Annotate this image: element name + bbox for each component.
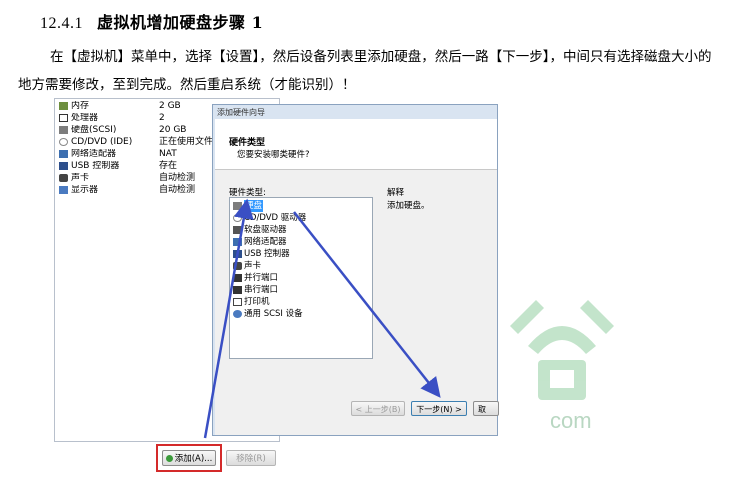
device-row-display[interactable]: 显示器 自动检测	[59, 185, 195, 196]
device-summary: 20 GB	[159, 125, 187, 135]
device-name: 硬盘(SCSI)	[71, 125, 117, 135]
section-title: 虚拟机增加硬盘步骤 1	[97, 13, 264, 32]
wizard-header-title: 硬件类型	[229, 138, 266, 148]
hardware-item-hard-disk[interactable]: 硬盘	[233, 200, 264, 212]
hardware-item-network[interactable]: 网络适配器	[233, 236, 287, 248]
sound-icon	[233, 262, 242, 270]
network-icon	[233, 238, 242, 246]
instruction-paragraph: 在【虚拟机】菜单中，选择【设置】，然后设备列表里添加硬盘，然后一路【下一步】，中…	[18, 49, 712, 93]
usb-icon	[59, 162, 68, 170]
hardware-item-sound[interactable]: 声卡	[233, 260, 261, 272]
vm-settings-screenshot: 内存 2 GB 处理器 2 硬盘(SCSI) 20 GB CD/DVD (IDE…	[54, 98, 499, 478]
description-text: 添加硬盘。	[387, 201, 430, 211]
back-button[interactable]: < 上一步(B)	[351, 401, 405, 416]
hardware-item-usb[interactable]: USB 控制器	[233, 248, 290, 260]
device-row-processor[interactable]: 处理器 2	[59, 113, 165, 124]
device-summary: 自动检测	[159, 185, 196, 195]
section-heading: 12.4.1 虚拟机增加硬盘步骤 1	[40, 9, 263, 33]
hardware-item-serial-port[interactable]: 串行端口	[233, 284, 278, 296]
display-icon	[59, 186, 68, 194]
processor-icon	[59, 114, 68, 122]
wizard-header-subtitle: 您要安装哪类硬件?	[237, 150, 310, 160]
device-summary: 自动检测	[159, 173, 196, 183]
watermark-text: com	[550, 408, 592, 433]
device-row-hard-disk[interactable]: 硬盘(SCSI) 20 GB	[59, 125, 186, 136]
add-button[interactable]: 添加(A)...	[162, 450, 216, 466]
printer-icon	[233, 298, 242, 306]
add-hardware-wizard: 添加硬件向导 硬件类型 您要安装哪类硬件? 硬件类型: 硬盘 CD/DVD 驱动…	[212, 104, 499, 436]
cd-icon	[233, 214, 242, 222]
cd-icon	[59, 138, 68, 146]
hardware-type-list[interactable]: 硬盘 CD/DVD 驱动器 软盘驱动器 网络适配器 USB 控制器 声卡 并行端…	[229, 197, 373, 359]
device-row-usb[interactable]: USB 控制器 存在	[59, 161, 177, 172]
wizard-header: 硬件类型 您要安装哪类硬件?	[215, 119, 497, 170]
next-button[interactable]: 下一步(N) >	[411, 401, 467, 416]
hard-disk-icon	[233, 202, 242, 210]
network-icon	[59, 150, 68, 158]
wizard-title: 添加硬件向导	[217, 108, 265, 117]
device-name: 内存	[71, 101, 90, 111]
remove-button[interactable]: 移除(R)	[226, 450, 276, 466]
device-row-network[interactable]: 网络适配器 NAT	[59, 149, 177, 160]
add-icon	[165, 455, 173, 462]
parallel-port-icon	[233, 274, 242, 282]
device-name: CD/DVD (IDE)	[71, 137, 133, 147]
hard-disk-icon	[59, 126, 68, 134]
device-name: 声卡	[71, 173, 90, 183]
device-name: USB 控制器	[71, 161, 120, 171]
device-summary: NAT	[159, 149, 177, 159]
memory-icon	[59, 102, 68, 110]
scsi-icon	[233, 310, 242, 318]
hardware-item-floppy[interactable]: 软盘驱动器	[233, 224, 287, 236]
add-button-highlight: 添加(A)...	[156, 444, 222, 472]
device-name: 网络适配器	[71, 149, 117, 159]
hardware-item-cd-dvd[interactable]: CD/DVD 驱动器	[233, 212, 306, 224]
floppy-icon	[233, 226, 242, 234]
description-label: 解释	[387, 188, 405, 198]
device-name: 处理器	[71, 113, 99, 123]
wizard-body: 硬件类型 您要安装哪类硬件? 硬件类型: 硬盘 CD/DVD 驱动器 软盘驱动器…	[215, 119, 497, 435]
usb-icon	[233, 250, 242, 258]
device-summary: 2 GB	[159, 101, 181, 111]
watermark-logo: com	[510, 300, 614, 433]
hardware-item-printer[interactable]: 打印机	[233, 296, 270, 308]
device-summary: 2	[159, 113, 165, 123]
serial-port-icon	[233, 286, 242, 294]
sound-icon	[59, 174, 68, 182]
device-name: 显示器	[71, 185, 99, 195]
device-summary: 存在	[159, 161, 178, 171]
hardware-item-generic-scsi[interactable]: 通用 SCSI 设备	[233, 308, 303, 320]
device-row-memory[interactable]: 内存 2 GB	[59, 101, 181, 112]
hardware-item-parallel-port[interactable]: 并行端口	[233, 272, 278, 284]
section-number: 12.4.1	[40, 15, 83, 32]
device-row-sound[interactable]: 声卡 自动检测	[59, 173, 195, 184]
